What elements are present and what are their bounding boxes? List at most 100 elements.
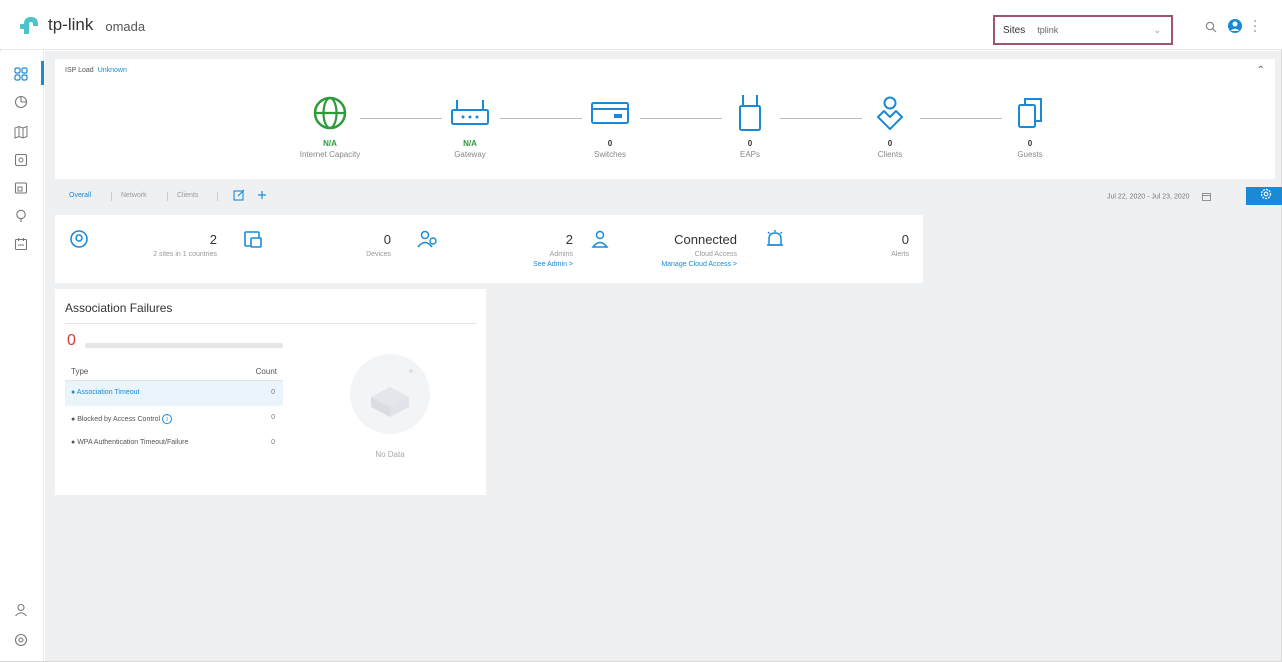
admins-count: 2: [565, 232, 573, 247]
row-count: 0: [271, 439, 275, 446]
product-name: omada: [105, 19, 146, 34]
user-avatar-icon[interactable]: [1227, 18, 1243, 39]
alerts-subtitle: Alerts: [891, 251, 909, 258]
collapse-icon[interactable]: ⌃: [1257, 65, 1265, 76]
account-icon[interactable]: [10, 599, 32, 621]
info-icon[interactable]: i: [162, 414, 173, 424]
node-value: N/A: [323, 139, 337, 148]
main-content: ISP Load Unknown ⌃ N/A Internet Capacity …: [45, 51, 1282, 661]
isp-load: ISP Load Unknown: [65, 67, 127, 74]
isp-load-status[interactable]: Unknown: [98, 67, 127, 74]
table-row[interactable]: ● Blocked by Access Control i 0: [65, 406, 283, 431]
title-divider: [65, 323, 477, 324]
settings-button[interactable]: [1246, 187, 1282, 205]
row-type: ● Blocked by Access Control i: [71, 414, 173, 424]
node-eaps[interactable]: 0 EAPs: [700, 93, 800, 159]
cloud-subtitle: Cloud Access: [694, 251, 737, 258]
node-clients[interactable]: 0 Clients: [840, 93, 940, 159]
column-type: Type: [71, 367, 89, 376]
calendar-icon: [1201, 193, 1211, 201]
row-type: ● WPA Authentication Timeout/Failure: [71, 439, 189, 446]
overview-stats: 2 2 sites in 1 countries 0 Devices 2 Adm…: [55, 215, 923, 283]
failures-total: 0: [67, 332, 76, 349]
node-guests[interactable]: 0 Guests: [980, 93, 1080, 159]
location-pin-icon: [69, 229, 89, 254]
statistics-icon[interactable]: [10, 91, 32, 113]
manage-cloud-access-link[interactable]: Manage Cloud Access >: [615, 261, 737, 268]
column-count: Count: [255, 367, 277, 376]
sites-count: 2: [209, 232, 217, 247]
devices-icon[interactable]: [10, 149, 32, 171]
row-type-label: WPA Authentication Timeout/Failure: [77, 439, 189, 446]
failures-bar: [85, 343, 283, 348]
node-switches[interactable]: 0 Switches: [560, 93, 660, 159]
admins-subtitle: Admins: [549, 251, 573, 258]
node-value: 0: [607, 139, 613, 148]
devices-count: 0: [383, 232, 391, 247]
row-type: ● Association Timeout: [71, 389, 140, 396]
dashboard-tabs: Overall Network Clients Jul 22, 2020 - J…: [55, 187, 1282, 207]
tab-network[interactable]: Network: [121, 192, 147, 199]
sites-label: Sites: [1003, 24, 1026, 36]
logs-icon[interactable]: [10, 177, 32, 199]
failures-table: Type Count ● Association Timeout 0 ● Blo…: [65, 359, 283, 456]
node-value: 0: [747, 139, 753, 148]
date-range[interactable]: Jul 22, 2020 - Jul 23, 2020: [1107, 192, 1211, 201]
dashboard-icon[interactable]: [10, 63, 32, 85]
devices-icon: [243, 229, 263, 254]
top-bar: tp-link omada Sites tplink ⌄: [0, 0, 1282, 50]
topology-panel: ISP Load Unknown ⌃ N/A Internet Capacity …: [55, 59, 1275, 179]
guests-icon: [980, 93, 1080, 133]
chevron-down-icon: ⌄: [1153, 25, 1161, 35]
sites-subtitle: 2 sites in 1 countries: [153, 251, 217, 258]
row-type-label: Association Timeout: [76, 389, 140, 396]
calendar-icon[interactable]: [10, 233, 32, 255]
node-label: Internet Capacity: [299, 150, 361, 159]
date-end: Jul 23, 2020: [1151, 193, 1190, 201]
node-internet[interactable]: N/A Internet Capacity: [280, 93, 380, 159]
date-start: Jul 22, 2020: [1107, 193, 1146, 201]
no-data-placeholder: No Data: [345, 349, 435, 459]
association-failures-widget: Association Failures 0 Type Count ● Asso…: [55, 289, 486, 495]
tab-divider: [111, 192, 112, 201]
access-point-icon: [700, 93, 800, 133]
isp-load-label: ISP Load: [65, 67, 94, 74]
devices-subtitle: Devices: [366, 251, 391, 258]
sites-value: tplink: [1037, 25, 1059, 35]
tp-link-logo-icon: [20, 14, 44, 36]
node-label: Guests: [1017, 150, 1043, 159]
brand-name: tp-link: [48, 15, 94, 34]
location-icon[interactable]: [10, 205, 32, 227]
sites-selector[interactable]: Sites tplink ⌄: [993, 15, 1173, 45]
tab-overall[interactable]: Overall: [69, 192, 91, 199]
node-gateway[interactable]: N/A Gateway: [420, 93, 520, 159]
table-row[interactable]: ● Association Timeout 0: [65, 381, 283, 406]
row-count: 0: [271, 389, 275, 396]
edit-icon[interactable]: [233, 189, 245, 204]
row-count: 0: [271, 414, 275, 421]
map-icon[interactable]: [10, 121, 32, 143]
globe-icon: [280, 93, 380, 133]
cloud-user-icon: [591, 229, 613, 254]
logo[interactable]: tp-link omada: [20, 14, 145, 36]
cloud-status: Connected: [674, 232, 737, 247]
search-icon[interactable]: [1205, 20, 1217, 38]
node-label: Gateway: [454, 150, 486, 159]
add-icon[interactable]: [256, 189, 268, 204]
see-admin-link[interactable]: See Admin >: [485, 261, 573, 268]
clients-icon: [840, 93, 940, 133]
table-row[interactable]: ● WPA Authentication Timeout/Failure 0: [65, 431, 283, 456]
more-options-icon[interactable]: [1253, 19, 1257, 38]
switch-icon: [560, 93, 660, 133]
no-data-label: No Data: [375, 450, 405, 459]
alerts-count: 0: [901, 232, 909, 247]
tab-clients[interactable]: Clients: [177, 192, 198, 199]
row-type-label: Blocked by Access Control: [77, 416, 161, 423]
empty-box-icon: [345, 354, 435, 443]
admin-users-icon: [417, 229, 439, 254]
settings-icon[interactable]: [10, 629, 32, 651]
table-header: Type Count: [65, 359, 283, 381]
node-value: 0: [887, 139, 893, 148]
active-indicator: [41, 61, 44, 85]
node-label: EAPs: [739, 150, 760, 159]
